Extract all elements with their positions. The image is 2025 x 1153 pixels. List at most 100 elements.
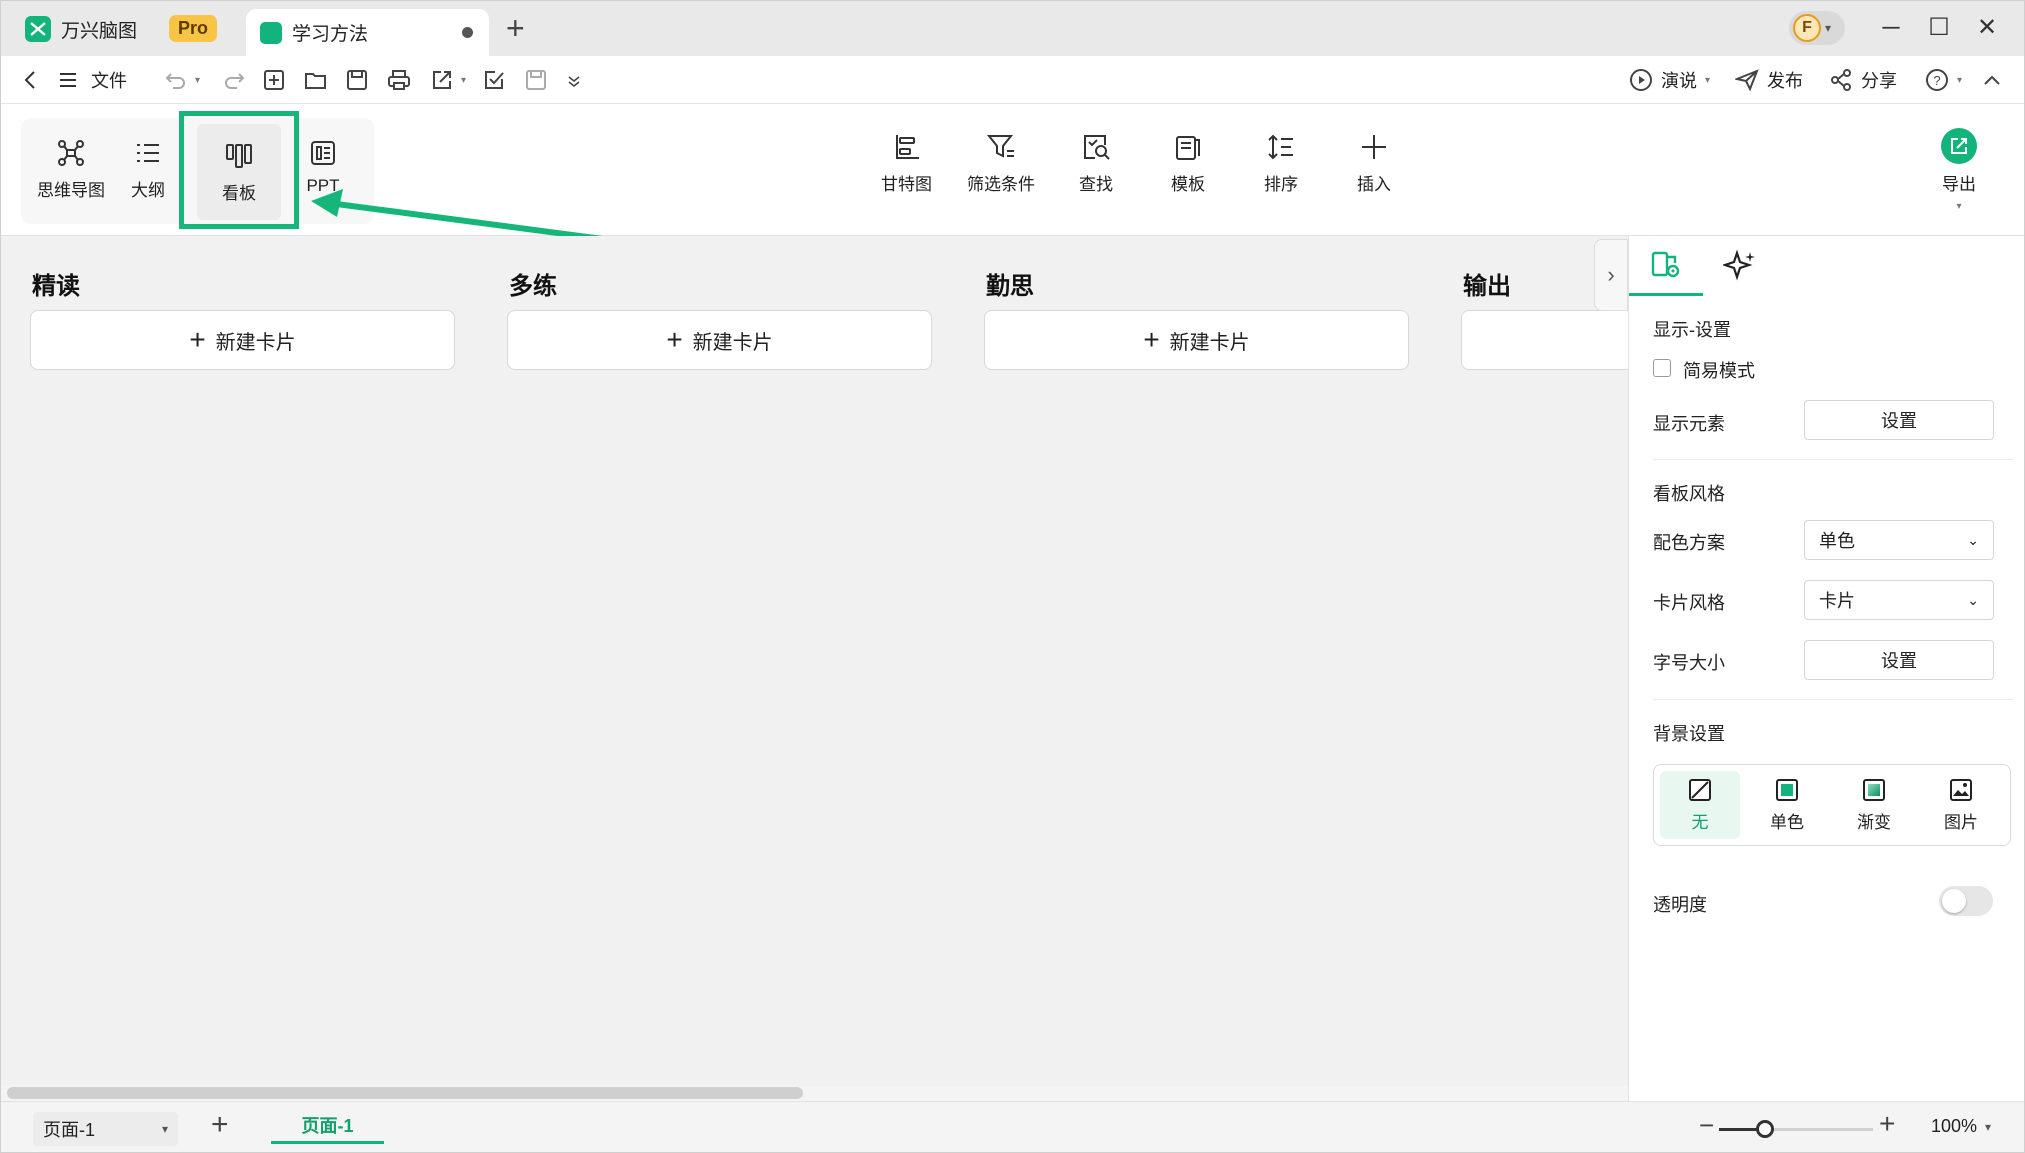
present-label: 演说: [1661, 71, 1697, 91]
bg-option-image[interactable]: 图片: [1921, 771, 2001, 839]
redo-icon[interactable]: [223, 66, 245, 94]
print-icon[interactable]: [387, 66, 411, 94]
title-tab-bar: 万兴脑图 Pro 学习方法 + F ▾ ─ ☐ ✕: [1, 1, 2024, 56]
add-page-button[interactable]: +: [211, 1108, 229, 1142]
check-task-icon[interactable]: [483, 66, 505, 94]
simple-mode-checkbox[interactable]: [1653, 359, 1671, 377]
horizontal-scrollbar[interactable]: [7, 1087, 803, 1099]
page-select-value: 页面-1: [43, 1120, 96, 1140]
back-icon[interactable]: [23, 66, 37, 94]
help-icon[interactable]: ? ▾: [1925, 66, 1962, 94]
view-mindmap-button[interactable]: 思维导图: [29, 138, 113, 201]
share-label: 分享: [1861, 71, 1897, 91]
view-outline-label: 大纲: [131, 181, 165, 200]
insert-button[interactable]: 插入: [1357, 132, 1391, 195]
gantt-label: 甘特图: [881, 175, 932, 194]
template-button[interactable]: 模板: [1171, 132, 1205, 195]
maximize-button[interactable]: ☐: [1919, 11, 1959, 45]
view-outline-button[interactable]: 大纲: [113, 138, 183, 201]
undo-icon[interactable]: ▾: [165, 66, 200, 94]
column-title[interactable]: 精读: [32, 266, 455, 302]
more-chevron-icon[interactable]: [567, 66, 581, 94]
present-button[interactable]: 演说 ▾: [1629, 66, 1710, 94]
play-icon: [1630, 69, 1652, 91]
display-elements-label: 显示元素: [1653, 414, 1725, 434]
open-folder-icon[interactable]: [304, 66, 328, 94]
app-home-tab[interactable]: 万兴脑图: [25, 13, 137, 45]
card-style-select[interactable]: 卡片 ⌄: [1804, 580, 1994, 620]
sort-label: 排序: [1264, 175, 1298, 194]
main-toolbar: 文件 ▾ ▾ 演说 ▾ 发布 分享 ? ▾: [1, 56, 2024, 104]
publish-button[interactable]: 发布: [1735, 66, 1803, 94]
page-select[interactable]: 页面-1 ▾: [33, 1112, 178, 1146]
display-elements-set-button[interactable]: 设置: [1804, 400, 1994, 440]
find-button[interactable]: 查找: [1079, 132, 1113, 195]
page-tab[interactable]: 页面-1: [271, 1108, 384, 1144]
kanban-canvas: 精读 +新建卡片 多练 +新建卡片 勤思 +新建卡片 输出 +: [1, 236, 1628, 1086]
unsaved-dot-icon[interactable]: [462, 27, 473, 38]
panel-collapse-button[interactable]: ›: [1594, 239, 1628, 311]
sort-icon: [1268, 134, 1293, 160]
new-card-button[interactable]: + 新建卡片: [984, 310, 1409, 370]
color-scheme-value: 单色: [1819, 531, 1855, 551]
filter-button[interactable]: 筛选条件: [967, 132, 1035, 195]
column-title[interactable]: 勤思: [986, 266, 1409, 302]
no-background-icon: [1689, 778, 1711, 801]
bg-option-label: 图片: [1944, 812, 1978, 832]
bg-options: 无 单色 渐变 图片: [1653, 764, 2011, 846]
minimize-button[interactable]: ─: [1871, 11, 1911, 45]
bg-option-gradient[interactable]: 渐变: [1834, 771, 1914, 839]
zoom-slider[interactable]: [1719, 1120, 1873, 1138]
kanban-column: 勤思 + 新建卡片: [984, 266, 1409, 370]
publish-label: 发布: [1767, 71, 1803, 91]
save-icon[interactable]: [346, 66, 368, 94]
export-icon: [1941, 128, 1977, 164]
user-avatar[interactable]: F ▾: [1789, 11, 1845, 45]
zoom-out-button[interactable]: −: [1699, 1110, 1714, 1141]
kanban-column: 精读 + 新建卡片: [30, 266, 455, 370]
pro-badge[interactable]: Pro: [169, 15, 218, 42]
tab-ai[interactable]: [1703, 236, 1777, 296]
export-button[interactable]: 导出 ▾: [1941, 128, 1977, 212]
plus-icon: +: [666, 324, 683, 355]
image-icon: [1950, 778, 1972, 801]
sort-button[interactable]: 排序: [1264, 132, 1298, 195]
card-style-value: 卡片: [1819, 591, 1855, 611]
font-size-set-button[interactable]: 设置: [1804, 640, 1994, 680]
color-scheme-select[interactable]: 单色 ⌄: [1804, 520, 1994, 560]
file-menu[interactable]: 文件: [59, 66, 127, 94]
divider: [1653, 699, 2013, 700]
column-title[interactable]: 多练: [509, 266, 932, 302]
tab-style-settings[interactable]: [1629, 236, 1703, 296]
divider: [1653, 459, 2013, 460]
board-style-heading: 看板风格: [1653, 484, 1725, 504]
opacity-toggle[interactable]: [1939, 886, 1993, 916]
zoom-value: 100%: [1931, 1116, 1978, 1136]
bg-option-solid[interactable]: 单色: [1747, 771, 1827, 839]
bg-option-label: 渐变: [1857, 812, 1891, 832]
properties-panel: 显示-设置 简易模式 显示元素 设置 看板风格 配色方案 单色 ⌄ 卡片风格 卡片…: [1628, 236, 2024, 1101]
document-tab[interactable]: 学习方法: [246, 9, 489, 56]
gradient-icon: [1863, 778, 1885, 801]
share-icon: [1831, 69, 1851, 91]
insert-icon: [1362, 135, 1386, 159]
simple-mode-label: 简易模式: [1683, 361, 1755, 381]
new-tab-button[interactable]: +: [506, 11, 525, 45]
new-card-button[interactable]: +: [1461, 310, 1628, 370]
collapse-ribbon-icon[interactable]: [1983, 66, 2001, 94]
bg-option-none[interactable]: 无: [1660, 771, 1740, 839]
gantt-button[interactable]: 甘特图: [881, 132, 932, 195]
view-kanban-button[interactable]: 看板: [197, 124, 281, 220]
send-icon: [1735, 69, 1759, 92]
save-as-icon[interactable]: [525, 66, 547, 94]
zoom-level[interactable]: 100% ▾: [1931, 1116, 1991, 1137]
export-file-icon[interactable]: ▾: [431, 66, 466, 94]
new-card-button[interactable]: + 新建卡片: [507, 310, 932, 370]
plus-icon: +: [1143, 324, 1160, 355]
share-button[interactable]: 分享: [1829, 66, 1897, 94]
zoom-in-button[interactable]: +: [1879, 1108, 1895, 1140]
new-card-button[interactable]: + 新建卡片: [30, 310, 455, 370]
zoom-slider-knob[interactable]: [1756, 1120, 1775, 1138]
close-window-button[interactable]: ✕: [1967, 11, 2007, 45]
new-file-icon[interactable]: [263, 66, 285, 94]
